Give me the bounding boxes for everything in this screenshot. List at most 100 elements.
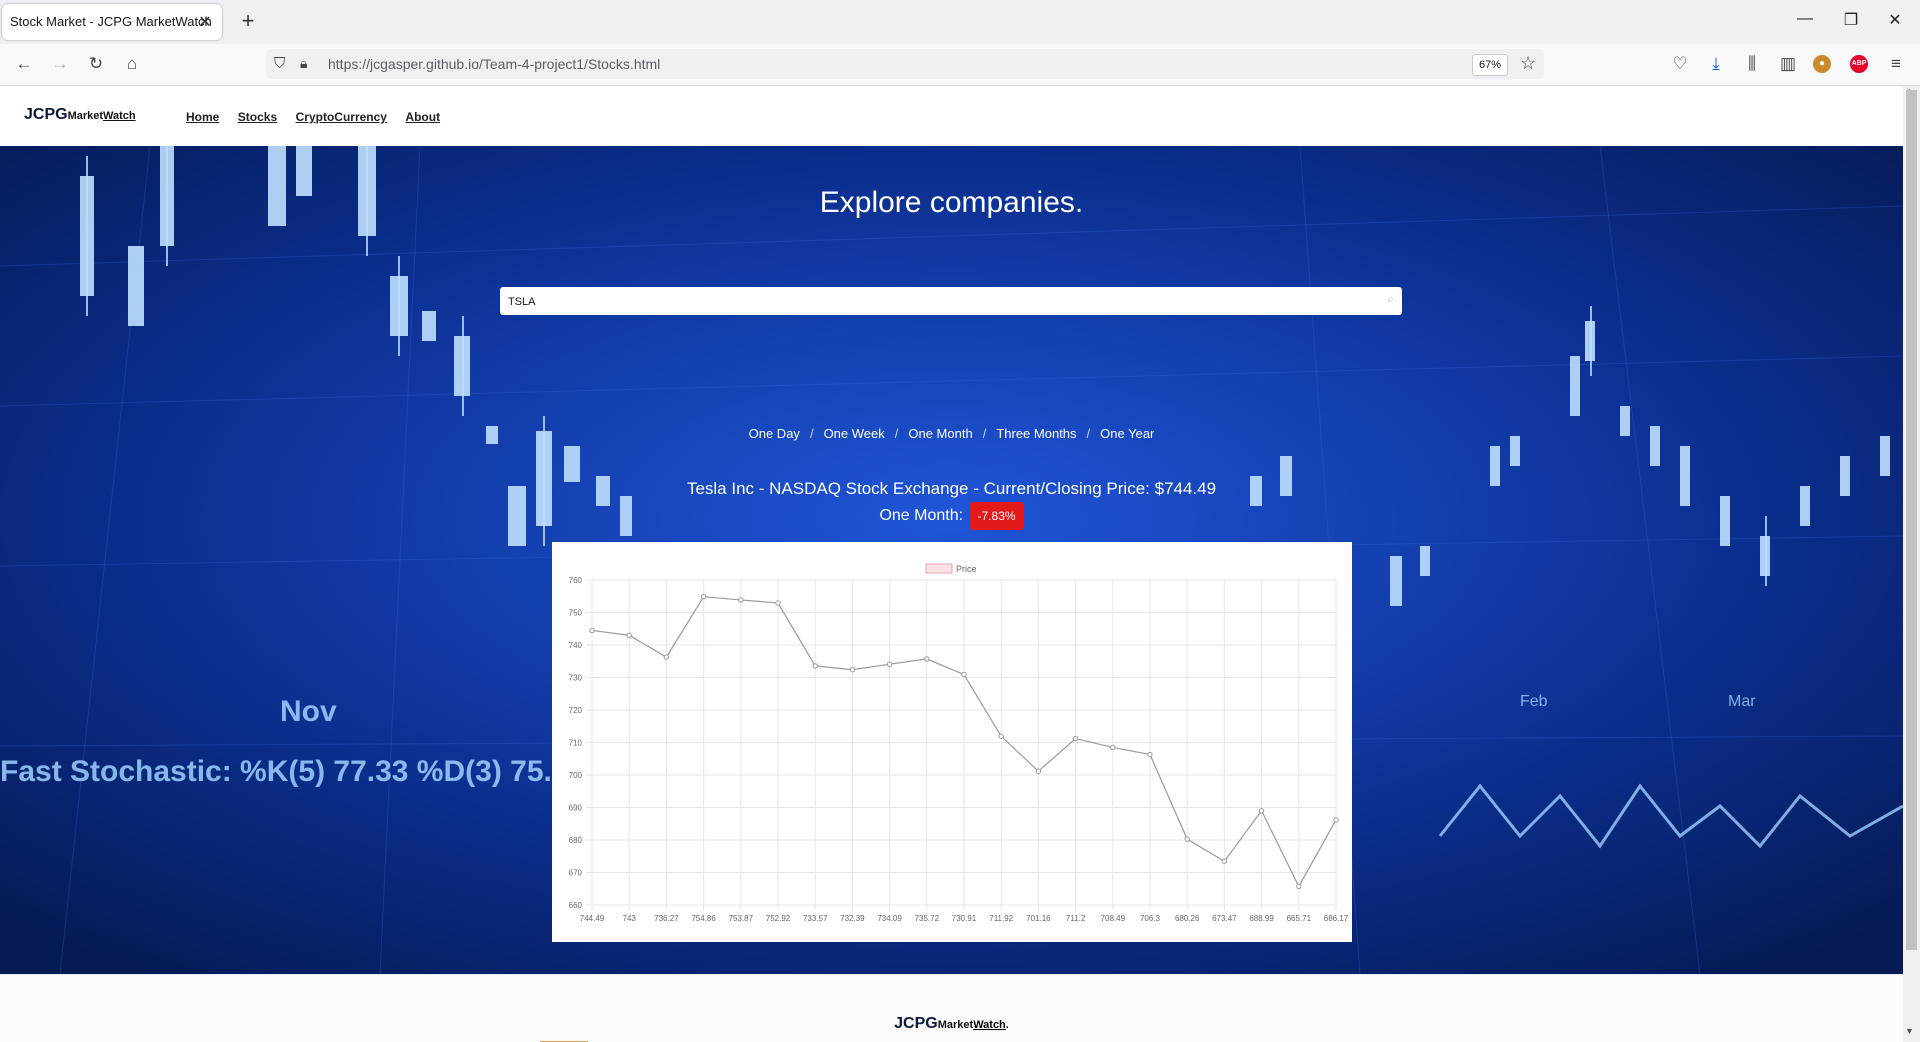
home-icon[interactable]: ⌂ [120,54,144,74]
bg-feb-label: Feb [1520,693,1548,710]
scroll-thumb[interactable] [1906,90,1917,950]
shield-icon[interactable]: ⛉ [274,55,285,72]
price-point [626,632,632,638]
range-separator: / [1086,426,1091,441]
restore-icon[interactable]: ❐ [1836,10,1866,30]
url-text[interactable]: https://jcgasper.github.io/Team-4-projec… [328,56,660,72]
x-tick-label: 743 [623,914,637,923]
logo-market: Market [67,110,104,122]
y-tick-label: 730 [569,674,583,683]
x-tick-label: 680.26 [1175,914,1200,923]
range-separator: / [809,426,814,441]
zoom-level[interactable]: 67% [1472,54,1509,76]
price-point [1184,836,1190,842]
y-tick-label: 680 [569,836,583,845]
tab-bar: Stock Market - JCPG MarketWatch ✕ + — ❐ … [0,0,1920,44]
x-tick-label: 735.72 [915,914,940,923]
library-icon[interactable]: ⫼ [1740,54,1764,74]
period-change-line: One Month: -7.83% [0,502,1903,530]
x-tick-label: 688.99 [1249,914,1274,923]
x-tick-label: 752.92 [766,914,791,923]
x-tick-label: 706.3 [1140,914,1161,923]
browser-tab[interactable]: Stock Market - JCPG MarketWatch ✕ [2,4,222,40]
close-tab-icon[interactable]: ✕ [196,12,214,32]
y-tick-label: 740 [569,641,583,650]
y-tick-label: 750 [569,609,583,618]
adblock-icon[interactable]: ABP [1850,55,1868,73]
site-logo[interactable]: JCPGMarketWatch [24,106,136,124]
range-separator: / [982,426,987,441]
bg-indicator-text: Fast Stochastic: %K(5) 77.33 %D(3) 75. [0,755,552,788]
search-input[interactable] [506,291,1370,313]
nav-cryptocurrency[interactable]: CryptoCurrency [296,110,387,124]
x-tick-label: 686.17 [1324,914,1349,923]
forward-icon[interactable]: → [48,54,72,74]
price-point [589,627,595,634]
page-scrollbar[interactable]: ▲ ▼ [1903,86,1920,1042]
y-tick-label: 720 [569,706,583,715]
nav-about[interactable]: About [405,110,440,124]
legend-label: Price [956,564,977,574]
y-tick-label: 660 [569,901,583,910]
range-separator: / [894,426,899,441]
range-three-months[interactable]: Three Months [996,426,1076,441]
x-tick-label: 744.49 [580,914,605,923]
price-point [1072,735,1079,742]
period-label: One Month: [879,507,964,525]
hero-title: Explore companies. [819,186,1084,219]
tab-title: Stock Market - JCPG MarketWatch [10,14,212,29]
footer-logo-market: Market [937,1019,974,1031]
range-one-week[interactable]: One Week [824,426,885,441]
x-tick-label: 708.49 [1101,914,1126,923]
range-one-month[interactable]: One Month [908,426,972,441]
stock-title: Tesla Inc - NASDAQ Stock Exchange - Curr… [686,479,1217,498]
price-point [700,594,707,600]
footer-logo-jcpg: JCPG [894,1015,938,1032]
range-one-year[interactable]: One Year [1100,426,1154,441]
x-tick-label: 736.27 [654,914,679,923]
time-range-selector: One Day / One Week / One Month / Three Months /… [0,426,1903,441]
search-bar[interactable]: ⌕ [500,287,1402,315]
price-point [886,661,893,667]
close-window-icon[interactable]: ✕ [1880,10,1910,30]
bg-month-label: Nov [280,695,337,728]
scroll-down-arrow[interactable]: ▼ [1905,1026,1914,1036]
x-tick-label: 701.16 [1026,914,1051,923]
price-point [738,597,744,603]
reload-icon[interactable]: ↻ [84,54,108,74]
nav-home[interactable]: Home [186,110,219,124]
download-icon[interactable]: ⤓ [1704,54,1728,74]
bookmark-star-icon[interactable]: ☆ [1520,53,1536,74]
pocket-icon[interactable]: ♡ [1668,54,1692,74]
price-point [849,667,856,673]
minimize-icon[interactable]: — [1790,10,1820,28]
new-tab-icon[interactable]: + [236,8,260,34]
bg-mar-label: Mar [1728,693,1756,710]
price-point [812,663,818,669]
y-tick-label: 700 [569,771,583,780]
search-icon[interactable]: ⌕ [1387,292,1394,307]
price-point [924,656,930,662]
price-point [1035,768,1042,774]
x-tick-label: 730.91 [952,914,977,923]
lock-icon[interactable]: 🔒︎ [300,55,307,72]
x-tick-label: 665.71 [1287,914,1312,923]
nav-stocks[interactable]: Stocks [238,110,277,124]
extension-icon[interactable]: ● [1813,55,1831,73]
footer-logo[interactable]: JCPGMarketWatch. [0,1015,1903,1033]
sidebar-icon[interactable]: ▥ [1776,54,1800,74]
legend-swatch [925,563,953,574]
range-one-day[interactable]: One Day [749,426,800,441]
x-tick-label: 753.87 [729,914,754,923]
menu-icon[interactable]: ≡ [1884,54,1908,74]
x-tick-label: 711.2 [1066,914,1086,923]
x-tick-label: 733.57 [803,914,828,923]
price-point [1147,751,1153,758]
address-bar[interactable]: ⛉ 🔒︎ https://jcgasper.github.io/Team-4-p… [266,49,1544,79]
back-icon[interactable]: ← [12,54,36,74]
footer-logo-watch: Watch [973,1019,1006,1031]
y-tick-label: 670 [569,869,583,878]
page-viewport: JCPGMarketWatch Home Stocks CryptoCurren… [0,86,1903,1042]
price-point [663,654,670,660]
price-point [1333,817,1339,823]
